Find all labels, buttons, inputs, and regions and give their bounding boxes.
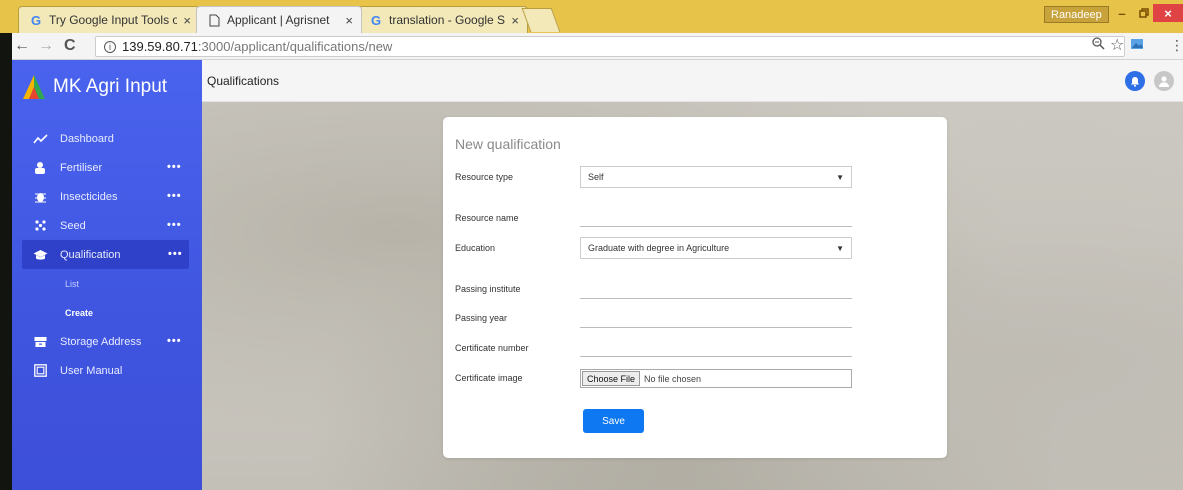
main-content: Qualifications New qualification Resourc… — [202, 60, 1183, 490]
sidebar-item-seed[interactable]: Seed ••• — [12, 211, 202, 240]
passing-year-row: Passing year — [455, 306, 935, 330]
file-status-text: No file chosen — [644, 373, 702, 384]
seed-icon — [32, 218, 48, 234]
sidebar-item-storage-address[interactable]: Storage Address ••• — [12, 327, 202, 356]
education-label: Education — [455, 243, 496, 253]
url-host: 139.59.80.71 — [122, 39, 198, 54]
education-value: Graduate with degree in Agriculture — [588, 243, 730, 253]
tab-close-icon[interactable]: × — [183, 13, 191, 28]
tab-close-icon[interactable]: × — [345, 13, 353, 28]
google-g-icon: G — [30, 12, 42, 28]
chart-line-icon — [32, 131, 48, 147]
sidebar-item-label: Fertiliser — [60, 161, 103, 174]
passing-institute-label: Passing institute — [455, 284, 521, 294]
forward-icon[interactable]: → — [38, 37, 54, 55]
certificate-number-row: Certificate number — [455, 335, 935, 359]
graduation-cap-icon — [32, 247, 48, 263]
resource-type-row: Resource type Self ▼ — [455, 166, 935, 190]
choose-file-button[interactable]: Choose File — [582, 371, 641, 386]
reload-icon[interactable]: C — [64, 37, 76, 55]
sidebar-item-qualification[interactable]: Qualification ••• — [22, 240, 189, 269]
tab-title: translation - Google Sear — [389, 13, 506, 27]
more-icon[interactable]: ••• — [167, 190, 182, 202]
back-icon[interactable]: ← — [14, 37, 30, 55]
bug-icon — [32, 189, 48, 205]
desktop-strip: istr — [0, 0, 12, 490]
sidebar-item-label: Qualification — [60, 248, 121, 261]
sidebar-nav: Dashboard Fertiliser ••• Insecticides ••… — [12, 124, 202, 385]
address-bar[interactable]: i 139.59.80.71:3000/applicant/qualificat… — [95, 36, 1125, 57]
sidebar-item-dashboard[interactable]: Dashboard — [12, 124, 202, 153]
browser-toolbar: ← → C i 139.59.80.71:3000/applicant/qual… — [12, 33, 1183, 60]
info-icon[interactable]: i — [104, 40, 116, 53]
brand-logo-icon — [22, 74, 46, 100]
resource-type-value: Self — [588, 172, 604, 182]
sidebar: MK Agri Input Dashboard Fertiliser ••• I… — [12, 60, 202, 490]
resource-name-input[interactable] — [580, 205, 852, 227]
certificate-image-label: Certificate image — [455, 373, 523, 383]
resource-name-row: Resource name — [455, 205, 935, 229]
resource-type-select[interactable]: Self ▼ — [580, 166, 852, 188]
save-button[interactable]: Save — [583, 409, 644, 433]
url-path: :3000/applicant/qualifications/new — [197, 39, 393, 54]
storage-icon — [32, 334, 48, 350]
sidebar-item-label: Seed — [60, 219, 86, 232]
notification-bell-icon[interactable] — [1125, 71, 1145, 91]
more-icon[interactable]: ••• — [168, 248, 183, 260]
passing-year-label: Passing year — [455, 313, 508, 323]
passing-institute-row: Passing institute — [455, 277, 935, 301]
more-icon[interactable]: ••• — [167, 161, 182, 173]
sidebar-subitem-list[interactable]: List — [12, 269, 202, 298]
close-window-icon[interactable]: × — [1153, 4, 1183, 22]
sidebar-subitem-create[interactable]: Create — [12, 298, 202, 327]
tab-translation-search[interactable]: G translation - Google Sear × — [358, 6, 528, 33]
brand[interactable]: MK Agri Input — [22, 74, 167, 100]
sidebar-item-label: User Manual — [60, 364, 123, 377]
sidebar-item-label: Insecticides — [60, 190, 118, 203]
profile-button[interactable]: Ranadeep — [1044, 6, 1109, 23]
fertiliser-icon — [32, 160, 48, 176]
passing-institute-input[interactable] — [580, 277, 852, 299]
education-row: Education Graduate with degree in Agricu… — [455, 237, 935, 261]
manual-icon — [32, 363, 48, 379]
dropdown-caret-icon: ▼ — [836, 244, 844, 253]
sidebar-item-label: Storage Address — [60, 335, 142, 348]
minimize-icon[interactable]: – — [1110, 4, 1134, 22]
page-title: Qualifications — [207, 73, 280, 88]
sidebar-item-label: Dashboard — [60, 132, 114, 145]
zoom-icon[interactable] — [1092, 37, 1105, 53]
app-header: Qualifications — [202, 60, 1183, 102]
qualification-form-card: New qualification Resource type Self ▼ R… — [443, 117, 947, 458]
education-select[interactable]: Graduate with degree in Agriculture ▼ — [580, 237, 852, 259]
certificate-image-row: Certificate image Choose File No file ch… — [455, 369, 935, 393]
tab-title: Try Google Input Tools o — [49, 13, 178, 27]
brand-name: MK Agri Input — [53, 76, 168, 97]
user-avatar-icon[interactable] — [1154, 71, 1174, 91]
tab-agrisnet[interactable]: Applicant | Agrisnet × — [196, 6, 362, 33]
tab-google-input-tools[interactable]: G Try Google Input Tools o × — [18, 6, 200, 33]
tab-close-icon[interactable]: × — [511, 13, 519, 28]
sidebar-item-insecticides[interactable]: Insecticides ••• — [12, 182, 202, 211]
sidebar-item-user-manual[interactable]: User Manual — [12, 356, 202, 385]
extension-icon[interactable] — [1130, 37, 1144, 54]
more-icon[interactable]: ••• — [167, 219, 182, 231]
bookmark-star-icon[interactable]: ☆ — [1110, 35, 1124, 55]
menu-kebab-icon[interactable]: ⋮ — [1170, 37, 1183, 54]
more-icon[interactable]: ••• — [167, 335, 182, 347]
resource-name-label: Resource name — [455, 213, 519, 223]
resource-type-label: Resource type — [455, 172, 514, 182]
form-title: New qualification — [455, 136, 561, 152]
passing-year-input[interactable] — [580, 306, 852, 328]
browser-titlebar: G Try Google Input Tools o × Applicant |… — [0, 0, 1183, 33]
tab-title: Applicant | Agrisnet — [227, 13, 330, 27]
dropdown-caret-icon: ▼ — [836, 173, 844, 182]
page-icon — [207, 13, 221, 27]
certificate-number-input[interactable] — [580, 335, 852, 357]
certificate-image-file-input[interactable]: Choose File No file chosen — [580, 369, 852, 388]
sidebar-item-fertiliser[interactable]: Fertiliser ••• — [12, 153, 202, 182]
google-g-icon: G — [370, 12, 382, 28]
certificate-number-label: Certificate number — [455, 343, 529, 353]
